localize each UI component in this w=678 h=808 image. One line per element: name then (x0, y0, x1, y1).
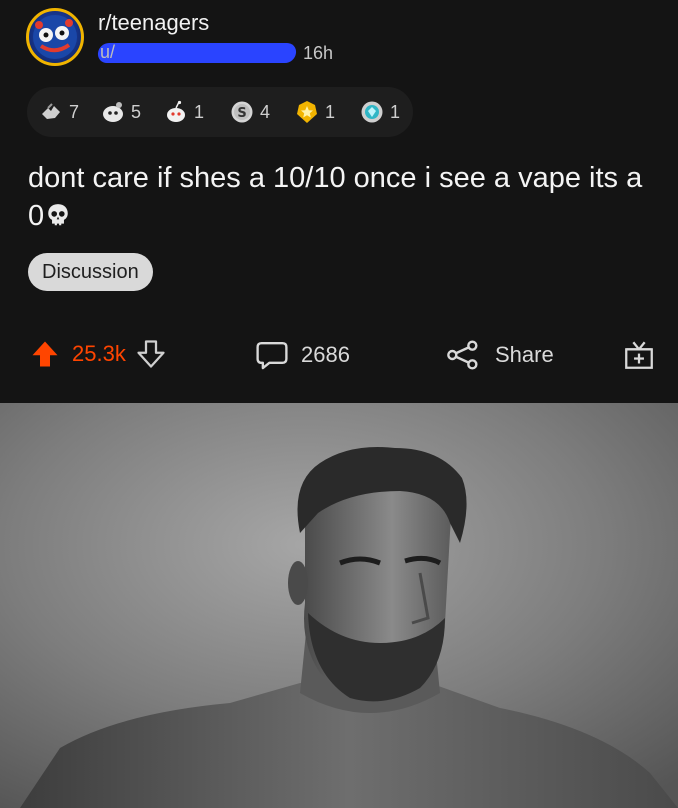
award-silver[interactable]: S 4 (230, 100, 270, 124)
subreddit-avatar-art (33, 15, 77, 59)
vote-count: 25.3k (72, 341, 126, 366)
silver-coin-award-icon: S (231, 101, 253, 123)
skull-icon (48, 204, 68, 226)
post-title[interactable]: dont care if shes a 10/10 once i see a v… (28, 159, 658, 235)
award-count: 5 (131, 101, 142, 122)
award-count: 1 (390, 101, 401, 122)
post-actions-bar: 25.3k 2686 Share (0, 330, 678, 380)
gift-award-icon (625, 341, 653, 369)
upvote-arrow-icon[interactable] (30, 339, 60, 369)
svg-text:S: S (237, 106, 246, 121)
downvote-arrow-icon[interactable] (136, 339, 166, 369)
award-wholesome[interactable]: 7 (39, 100, 79, 124)
award-count: 4 (260, 101, 271, 122)
post-flair[interactable]: Discussion (28, 253, 153, 291)
post-time: 16h (303, 43, 334, 63)
subreddit-name[interactable]: r/teenagers (98, 10, 209, 36)
share-button[interactable]: Share (445, 339, 554, 371)
comments-count: 2686 (301, 342, 350, 367)
awards-bar[interactable]: 7 5 1 S 4 1 1 (27, 87, 413, 137)
snoo-award-icon (167, 100, 185, 122)
share-label: Share (495, 342, 554, 367)
upvote-group: 25.3k (30, 339, 166, 369)
award-count: 1 (325, 101, 336, 122)
award-gift-button[interactable] (622, 338, 656, 372)
award-count: 1 (194, 101, 205, 122)
post-card: r/teenagers u/ 16h 7 5 1 S 4 1 1 dont ca… (0, 0, 678, 403)
username-prefix[interactable]: u/ (100, 42, 115, 63)
subreddit-avatar[interactable] (26, 8, 84, 66)
wholesome-hands-award-icon (42, 103, 60, 119)
award-diamond[interactable]: 1 (360, 100, 400, 124)
share-icon (447, 340, 478, 370)
portrait-photo (0, 403, 678, 808)
award-gold[interactable]: 1 (295, 100, 335, 124)
award-count: 7 (69, 101, 80, 122)
diamond-badge-award-icon (361, 101, 383, 123)
post-title-text: dont care if shes a 10/10 once i see a v… (28, 162, 643, 232)
helpful-award-icon (103, 102, 123, 122)
award-snoo[interactable]: 1 (164, 100, 204, 124)
gold-star-award-icon (297, 101, 317, 123)
comment-bubble-icon (256, 342, 288, 370)
username-redaction (96, 43, 298, 63)
award-helpful[interactable]: 5 (101, 100, 141, 124)
comments-button[interactable]: 2686 (255, 339, 350, 371)
post-image[interactable] (0, 403, 678, 808)
